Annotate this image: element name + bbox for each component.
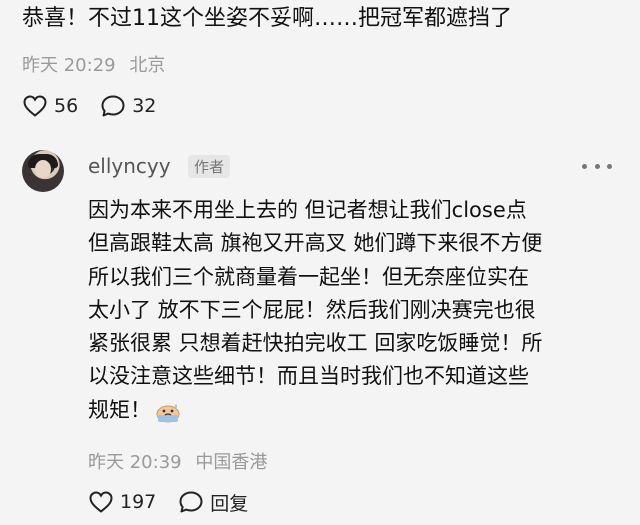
reply-line: 所以我们三个就商量着一起坐！但无奈座位实在 (88, 264, 529, 289)
reply-line: 太小了 放不下三个屁屁！然后我们刚决赛完也很 (88, 297, 536, 322)
reply-text: 因为本来不用坐上去的 但记者想让我们close点 但高跟鞋太高 旗袍又开高叉 她… (88, 194, 628, 427)
reply-line: 紧张很累 只想着赶快拍完收工 回家吃饭睡觉！所 (88, 331, 543, 356)
top-comment-text: 恭喜！不过11这个坐姿不妥啊……把冠军都遮挡了 (22, 6, 512, 31)
reply-like-count: 197 (120, 491, 157, 513)
reply-username[interactable]: ellyncyy (88, 154, 171, 178)
reply-line: 因为本来不用坐上去的 但记者想让我们close点 (88, 198, 527, 222)
heart-icon (88, 490, 114, 514)
top-like-button[interactable]: 56 (22, 94, 78, 118)
author-badge: 作者 (188, 155, 231, 178)
reply-line: 以没注意这些细节！而且当时我们也不知道这些 (88, 364, 529, 389)
heart-icon (22, 94, 48, 118)
sweating-emoji-icon (155, 400, 181, 423)
comment-bubble-icon (100, 94, 126, 118)
top-comment-time: 昨天 20:29 (22, 55, 116, 76)
reply-location: 中国香港 (195, 452, 268, 473)
more-dots-icon[interactable] (582, 156, 612, 176)
top-comment-count: 32 (132, 95, 157, 117)
reply-actions: 197 回复 (88, 488, 270, 516)
top-comment-meta: 昨天 20:29 北京 (22, 51, 165, 77)
top-comment-button[interactable]: 32 (100, 94, 156, 118)
reply-line-last-text: 规矩！ (88, 397, 151, 422)
author-reply: ellyncyy 作者 因为本来不用坐上去的 但记者想让我们close点 但高跟… (22, 140, 632, 525)
reply-button[interactable]: 回复 (178, 489, 248, 516)
reply-time: 昨天 20:39 (88, 452, 182, 473)
top-comment-location: 北京 (129, 55, 166, 76)
reply-line-last: 规矩！ (88, 394, 628, 427)
reply-button-label: 回复 (210, 492, 249, 515)
reply-line: 但高跟鞋太高 旗袍又开高叉 她们蹲下来很不方便 (88, 231, 543, 256)
top-like-count: 56 (54, 95, 79, 117)
comment-bubble-icon (178, 490, 204, 514)
reply-like-button[interactable]: 197 (88, 490, 156, 514)
top-comment-actions: 56 32 (22, 92, 178, 120)
reply-meta: 昨天 20:39 中国香港 (88, 448, 267, 474)
avatar[interactable] (22, 150, 64, 192)
